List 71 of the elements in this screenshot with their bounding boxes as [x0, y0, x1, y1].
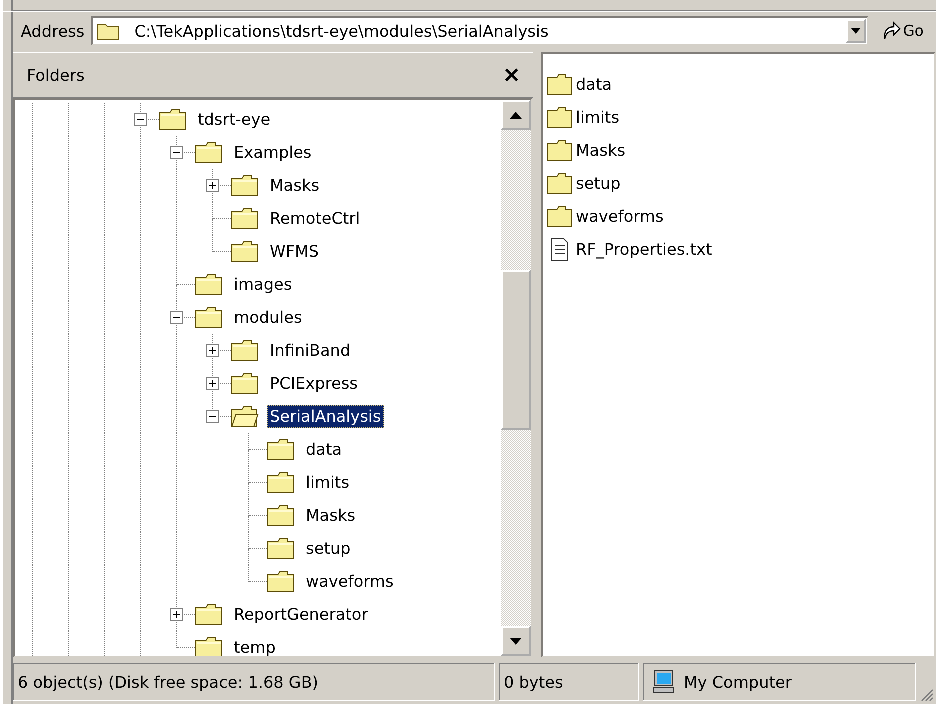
folder-label[interactable]: setup [303, 537, 354, 560]
folder-icon [231, 240, 259, 264]
folder-label[interactable]: limits [303, 471, 353, 494]
folder-icon [195, 602, 223, 626]
folder-icon [547, 140, 573, 162]
folder-label[interactable]: images [231, 273, 296, 296]
folder-icon [195, 272, 223, 296]
folder-icon [547, 206, 573, 228]
folder-label[interactable]: temp [231, 636, 279, 656]
address-label: Address [21, 22, 85, 40]
scroll-thumb[interactable] [501, 270, 531, 430]
folder-label[interactable]: data [303, 438, 346, 461]
folder-icon [547, 106, 573, 128]
folder-label[interactable]: waveforms [303, 570, 397, 593]
expander-icon[interactable] [170, 146, 183, 159]
scroll-down-button[interactable] [501, 626, 531, 656]
folder-icon [267, 570, 295, 594]
folder-label[interactable]: SerialAnalysis [267, 405, 384, 428]
computer-icon [652, 670, 676, 694]
folder-icon [231, 174, 259, 198]
folder-icon [159, 108, 187, 132]
folder-icon [195, 306, 223, 330]
down-arrow-icon [510, 638, 522, 644]
status-text: 0 bytes [499, 663, 639, 701]
expander-icon[interactable] [206, 344, 219, 357]
folder-icon [547, 74, 573, 96]
file-name[interactable]: setup [576, 174, 621, 193]
folder-label[interactable]: WFMS [267, 240, 322, 263]
folder-icon [267, 536, 295, 560]
scrollbar[interactable] [501, 100, 531, 656]
expander-icon[interactable] [206, 410, 219, 423]
address-field[interactable]: C:\TekApplications\tdsrt-eye\modules\SerialAnalysis [90, 16, 870, 46]
scroll-up-button[interactable] [501, 100, 531, 130]
expander-icon[interactable] [170, 311, 183, 324]
folder-icon [547, 172, 573, 194]
caret-icon [851, 28, 862, 34]
folder-icon [195, 636, 223, 656]
folder-icon [195, 140, 223, 164]
resize-grip-icon[interactable] [920, 688, 934, 702]
folder-icon [231, 372, 259, 396]
file-name[interactable]: limits [576, 108, 620, 127]
folder-icon [267, 438, 295, 462]
file-name[interactable]: data [576, 75, 612, 94]
expander-icon[interactable] [206, 377, 219, 390]
folder-icon [231, 338, 259, 362]
folder-label[interactable]: Masks [267, 174, 323, 197]
folder-label[interactable]: RemoteCtrl [267, 207, 364, 230]
folder-label[interactable]: modules [231, 306, 306, 329]
up-arrow-icon [510, 112, 522, 118]
dropdown-button[interactable] [846, 19, 866, 43]
expander-icon[interactable] [206, 179, 219, 192]
folder-label[interactable]: ReportGenerator [231, 603, 372, 626]
arrow-icon [881, 21, 902, 41]
file-name[interactable]: Masks [576, 141, 626, 160]
expander-icon[interactable] [170, 608, 183, 621]
close-button[interactable]: × [502, 62, 521, 88]
pane-title: Folders [27, 66, 85, 84]
folder-label[interactable]: InfiniBand [267, 339, 354, 362]
file-name[interactable]: RF_Properties.txt [576, 240, 712, 259]
folder-label[interactable]: tdsrt-eye [195, 108, 274, 131]
folder-label[interactable]: Masks [303, 504, 359, 527]
open-folder-icon [231, 404, 259, 428]
folder-icon [267, 504, 295, 528]
folder-icon [231, 206, 259, 230]
status-text: My Computer [684, 672, 792, 692]
status-text: 6 object(s) (Disk free space: 1.68 GB) [13, 663, 495, 701]
folder-label[interactable]: PCIExpress [267, 372, 362, 395]
expander-icon[interactable] [134, 113, 147, 126]
folder-label[interactable]: Examples [231, 141, 315, 164]
folder-icon [267, 470, 295, 494]
file-name[interactable]: waveforms [576, 207, 664, 226]
